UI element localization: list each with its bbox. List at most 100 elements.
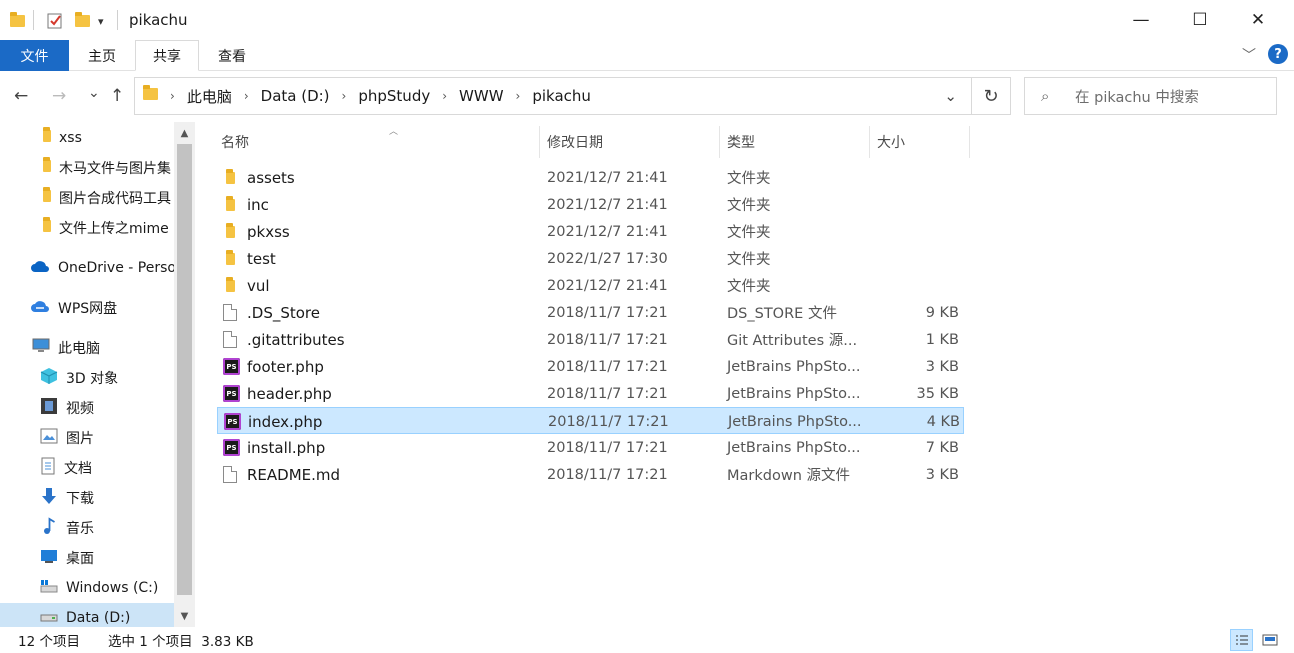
- address-bar[interactable]: › 此电脑 › Data (D:) › phpStudy › WWW › pik…: [134, 77, 972, 115]
- file-row[interactable]: test 2022/1/27 17:30 文件夹: [217, 245, 964, 272]
- nav-item-label: 音乐: [66, 521, 94, 537]
- file-icon: [223, 304, 237, 321]
- maximize-button[interactable]: ☐: [1177, 0, 1223, 40]
- tab-home[interactable]: 主页: [69, 40, 135, 71]
- nav-item-label: Data (D:): [66, 610, 131, 626]
- column-header-type[interactable]: 类型: [720, 126, 870, 158]
- desktop-icon: [40, 548, 58, 568]
- file-type: Git Attributes 源...: [727, 333, 858, 349]
- forward-button[interactable]: →: [52, 86, 66, 106]
- file-type: 文件夹: [727, 252, 771, 268]
- nav-item-xss[interactable]: xss: [0, 123, 174, 153]
- nav-item-this-pc[interactable]: 此电脑: [0, 333, 174, 363]
- nav-item-image-tools[interactable]: 图片合成代码工具: [0, 183, 174, 213]
- ribbon-collapse-icon[interactable]: ﹀: [1242, 45, 1256, 65]
- file-row[interactable]: README.md 2018/11/7 17:21 Markdown 源文件 3 KB: [217, 461, 964, 488]
- navigation-pane: xss 木马文件与图片集 图片合成代码工具 文件上传之mime OneDrive…: [0, 122, 195, 627]
- file-row[interactable]: PS install.php 2018/11/7 17:21 JetBrains Ph…: [217, 434, 964, 461]
- folder-icon: [223, 169, 235, 188]
- address-row: ← → ⌄ ↑ › 此电脑 › Data (D:) › phpStudy › W…: [0, 71, 1294, 122]
- nav-item-desktop[interactable]: 桌面: [0, 543, 174, 573]
- nav-item-label: 图片合成代码工具: [59, 191, 171, 207]
- breadcrumb-phpstudy[interactable]: phpStudy: [358, 87, 430, 105]
- nav-item-trojan-files[interactable]: 木马文件与图片集: [0, 153, 174, 183]
- file-date: 2021/12/7 21:41: [547, 196, 668, 213]
- breadcrumb-this-pc[interactable]: 此电脑: [187, 86, 232, 107]
- nav-item-label: WPS网盘: [58, 301, 118, 317]
- file-row[interactable]: assets 2021/12/7 21:41 文件夹: [217, 164, 964, 191]
- file-date: 2021/12/7 21:41: [547, 277, 668, 294]
- address-dropdown-icon[interactable]: ⌄: [944, 87, 957, 105]
- file-name: inc: [247, 195, 269, 214]
- tab-view[interactable]: 查看: [199, 40, 265, 71]
- file-type: Markdown 源文件: [727, 468, 850, 484]
- minimize-button[interactable]: —: [1118, 0, 1164, 40]
- nav-item-onedrive[interactable]: OneDrive - Personal: [0, 253, 174, 283]
- chevron-right-icon: ›: [243, 89, 249, 103]
- nav-item-windows-c[interactable]: Windows (C:): [0, 573, 174, 603]
- large-icons-view-icon: [1262, 634, 1277, 646]
- nav-item-videos[interactable]: 视频: [0, 393, 174, 423]
- tab-share[interactable]: 共享: [135, 40, 199, 71]
- file-row[interactable]: PS index.php 2018/11/7 17:21 JetBrains PhpS…: [217, 407, 964, 434]
- properties-icon[interactable]: [46, 11, 64, 31]
- file-type: JetBrains PhpSto...: [727, 385, 861, 402]
- file-name: test: [247, 249, 276, 268]
- column-header-size[interactable]: 大小: [870, 126, 970, 158]
- nav-item-music[interactable]: 音乐: [0, 513, 174, 543]
- nav-scrollbar[interactable]: ▲ ▼: [174, 122, 195, 627]
- new-folder-icon[interactable]: [75, 11, 90, 31]
- window-title: pikachu: [129, 11, 188, 29]
- file-row[interactable]: .gitattributes 2018/11/7 17:21 Git Attribu…: [217, 326, 964, 353]
- chevron-right-icon: ›: [515, 89, 521, 103]
- folder-icon: [43, 157, 51, 176]
- file-name: pkxss: [247, 222, 290, 241]
- close-button[interactable]: ✕: [1235, 0, 1281, 40]
- column-header-date[interactable]: 修改日期: [540, 126, 720, 158]
- details-view-button[interactable]: [1230, 629, 1253, 651]
- up-button[interactable]: ↑: [110, 86, 124, 106]
- column-header-name[interactable]: 名称 ︿: [214, 126, 540, 158]
- scroll-down-icon[interactable]: ▼: [174, 606, 195, 626]
- file-row[interactable]: inc 2021/12/7 21:41 文件夹: [217, 191, 964, 218]
- sort-ascending-icon: ︿: [389, 127, 399, 137]
- nav-item-3d-objects[interactable]: 3D 对象: [0, 363, 174, 393]
- nav-item-label: 视频: [66, 401, 94, 417]
- breadcrumb-pikachu[interactable]: pikachu: [532, 87, 591, 105]
- file-row[interactable]: PS footer.php 2018/11/7 17:21 JetBrains Php…: [217, 353, 964, 380]
- file-row[interactable]: PS header.php 2018/11/7 17:21 JetBrains Php…: [217, 380, 964, 407]
- file-row[interactable]: vul 2021/12/7 21:41 文件夹: [217, 272, 964, 299]
- scrollbar-thumb[interactable]: [177, 144, 192, 595]
- nav-item-documents[interactable]: 文档: [0, 453, 174, 483]
- refresh-button[interactable]: ↻: [972, 77, 1011, 115]
- file-type: JetBrains PhpSto...: [727, 358, 861, 375]
- breadcrumb-data-d[interactable]: Data (D:): [261, 87, 330, 105]
- recent-locations-button[interactable]: ⌄: [88, 85, 100, 101]
- file-size: [877, 191, 959, 218]
- nav-item-wps[interactable]: WPS网盘: [0, 293, 174, 323]
- folder-icon: [10, 11, 25, 31]
- nav-item-pictures[interactable]: 图片: [0, 423, 174, 453]
- nav-item-downloads[interactable]: 下载: [0, 483, 174, 513]
- file-name: .gitattributes: [247, 330, 345, 349]
- computer-icon: [32, 338, 50, 358]
- file-row[interactable]: pkxss 2021/12/7 21:41 文件夹: [217, 218, 964, 245]
- search-input[interactable]: ⌕ 在 pikachu 中搜索: [1024, 77, 1277, 115]
- scroll-up-icon[interactable]: ▲: [174, 123, 195, 143]
- folder-icon: [223, 223, 235, 242]
- nav-item-upload-mime[interactable]: 文件上传之mime: [0, 213, 174, 243]
- file-row[interactable]: .DS_Store 2018/11/7 17:21 DS_STORE 文件 9 KB: [217, 299, 964, 326]
- back-button[interactable]: ←: [14, 86, 28, 106]
- video-icon: [40, 397, 58, 419]
- folder-icon: [43, 127, 51, 146]
- nav-item-label: 下载: [66, 491, 94, 507]
- nav-item-data-d[interactable]: Data (D:): [0, 603, 174, 627]
- quick-access-dropdown[interactable]: ▾: [98, 11, 104, 31]
- tab-file[interactable]: 文件: [0, 40, 69, 71]
- 3d-objects-icon: [40, 367, 58, 389]
- help-icon[interactable]: ?: [1268, 44, 1288, 64]
- column-label: 名称: [221, 135, 249, 151]
- large-icons-view-button[interactable]: [1258, 629, 1281, 651]
- breadcrumb-www[interactable]: WWW: [459, 87, 504, 105]
- file-type: 文件夹: [727, 225, 771, 241]
